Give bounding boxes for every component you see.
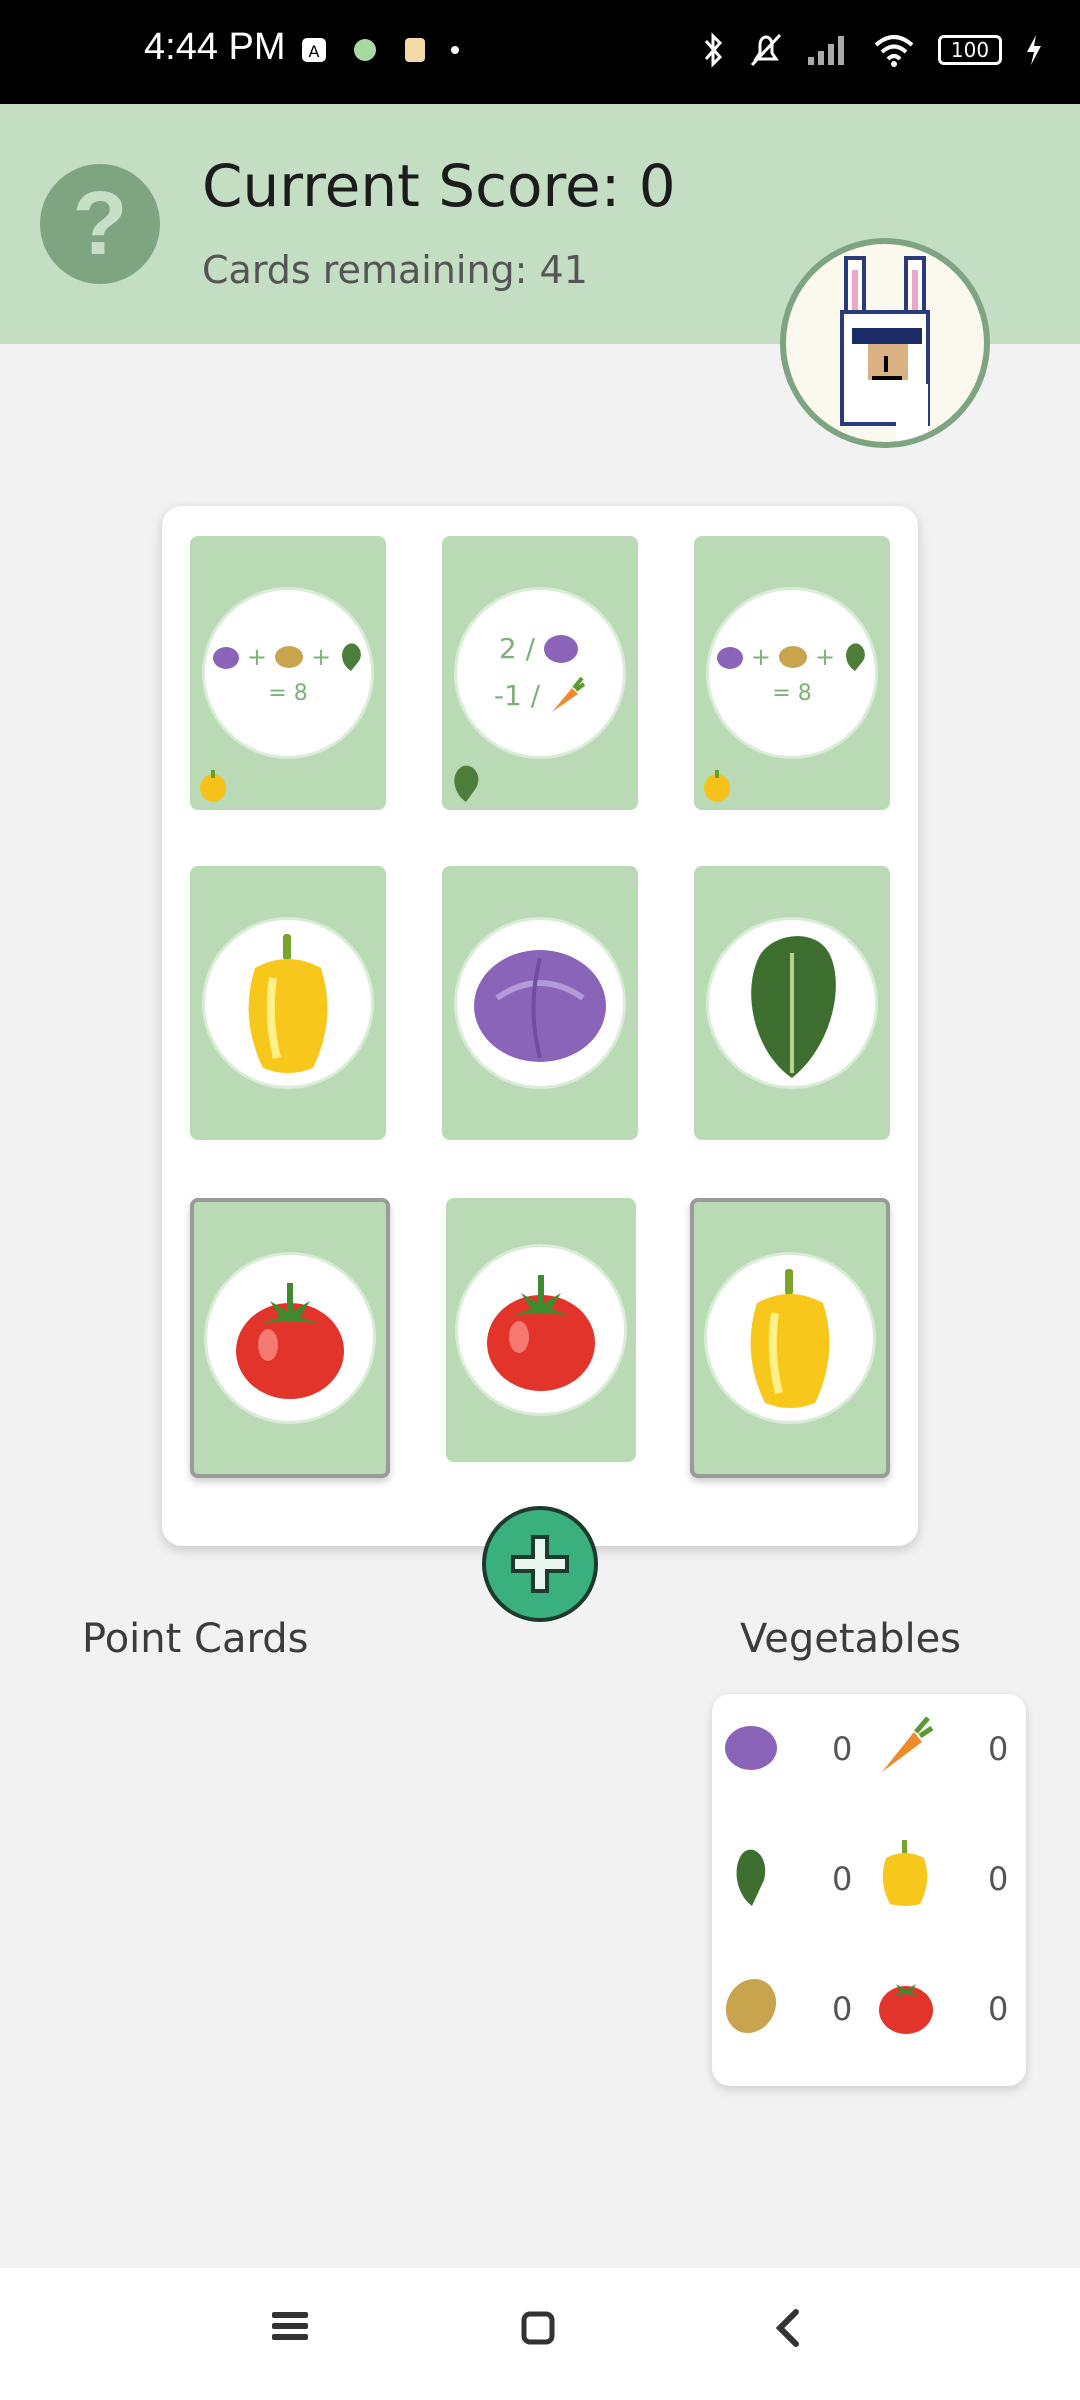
battery-level: 100 [950,38,990,62]
pepper-icon [200,770,226,802]
help-button[interactable]: ? [40,164,160,284]
cabbage-count: 0 [832,1730,853,1768]
vegetables-label: Vegetables [740,1616,962,1662]
menu-icon[interactable] [270,2308,310,2344]
add-card-button[interactable] [482,1506,598,1622]
carrot-count: 0 [988,1730,1009,1768]
status-time: 4:44 PM [144,26,286,68]
pepper-icon [248,934,328,1073]
notification-card-icon [405,38,425,62]
wifi-icon [874,35,914,67]
lettuce-icon [751,936,836,1078]
home-icon[interactable] [518,2308,558,2348]
veg-row-1: 0 0 [712,1702,1026,1802]
point-card-3[interactable]: + + = 8 [694,536,890,810]
point-card-2[interactable]: 2 / -1 / [442,536,638,810]
card-formula: = 8 [772,680,812,706]
pepper-icon [750,1269,830,1408]
lettuce-icon [846,642,865,671]
lettuce-icon [454,765,479,802]
carrot-icon [552,676,586,712]
svg-text:A: A [309,42,320,61]
cards-remaining: Cards remaining: 41 [202,248,588,292]
player-avatar[interactable] [780,238,990,448]
cabbage-icon [474,950,606,1062]
cabbage-icon [725,1726,777,1770]
cabbage-icon [212,646,239,669]
pepper-icon [882,1840,928,1906]
vegetable-card-lettuce[interactable] [694,866,890,1140]
notification-app-icon: A [302,38,326,62]
pepper-count: 0 [988,1860,1009,1898]
cabbage-icon [716,646,743,669]
bluetooth-icon [704,32,723,68]
card-formula: = 8 [268,680,308,706]
lettuce-icon [736,1849,766,1906]
current-score: Current Score: 0 [202,152,676,220]
carrot-icon [882,1716,934,1772]
lettuce-icon [342,642,361,671]
back-icon[interactable] [770,2308,806,2348]
question-mark-icon: ? [72,173,128,274]
card-board: + + = 8 2 / -1 / + + = 8 [162,506,918,1546]
tomato-icon [487,1275,595,1391]
charging-icon [1027,35,1041,65]
potato-icon [779,645,807,668]
vegetables-panel: 0 0 0 0 0 0 [712,1694,1026,2086]
vegetable-card-pepper[interactable] [190,866,386,1140]
mute-icon [750,33,782,67]
battery-icon: 100 [938,35,1002,65]
system-nav-bar [0,2268,1080,2400]
llama-avatar-icon [840,256,930,442]
card-ratio-2: -1 / [493,678,541,712]
pepper-icon [704,770,730,802]
card-ratio-1: 2 / [498,631,536,665]
signal-icon [808,36,844,65]
vegetable-card-cabbage[interactable] [442,866,638,1140]
potato-count: 0 [832,1990,853,2028]
tomato-count: 0 [988,1990,1009,2028]
point-cards-label: Point Cards [82,1616,309,1662]
tomato-icon [879,1984,933,2034]
point-card-1[interactable]: + + = 8 [190,536,386,810]
potato-icon [275,645,303,668]
vegetable-card-tomato[interactable] [446,1198,636,1462]
potato-icon [725,1978,777,2034]
plus-icon [511,1535,569,1593]
vegetable-card-tomato-selected[interactable] [190,1198,390,1478]
notification-game-icon [354,39,376,61]
veg-row-2: 0 0 [712,1832,1026,1932]
status-bar: 4:44 PM A 100 [0,0,1080,104]
tomato-icon [236,1283,344,1399]
notification-dot-icon [451,46,459,54]
vegetable-card-pepper-selected[interactable] [690,1198,890,1478]
lettuce-count: 0 [832,1860,853,1898]
cabbage-icon [544,635,579,663]
veg-row-3: 0 0 [712,1962,1026,2062]
